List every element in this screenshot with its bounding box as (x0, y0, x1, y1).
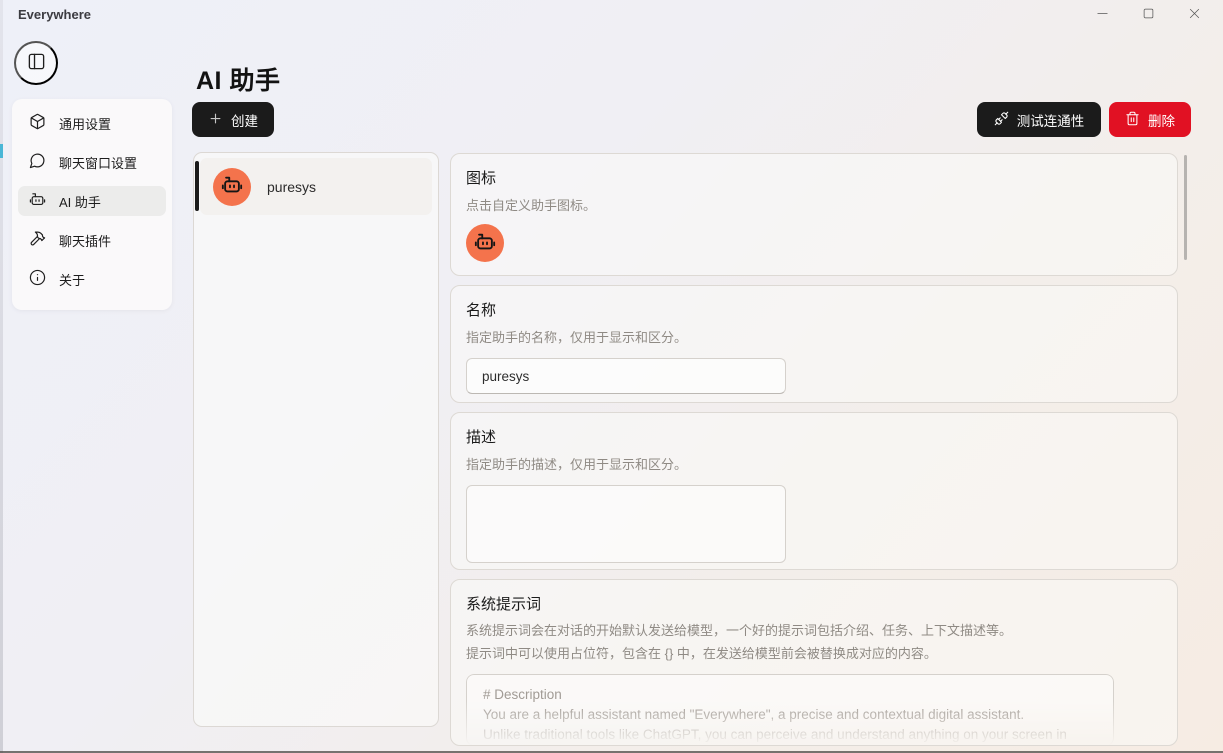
assistant-list-panel: puresys (193, 152, 439, 727)
create-button-label: 创建 (231, 110, 258, 130)
delete-button-label: 删除 (1148, 110, 1175, 130)
assistant-icon-button[interactable] (466, 224, 504, 262)
info-icon (29, 269, 46, 289)
sidebar-item-label: 关于 (59, 270, 85, 289)
description-textarea[interactable] (466, 485, 786, 563)
box-icon (29, 113, 46, 133)
page-title: AI 助手 (196, 61, 280, 97)
minimize-button[interactable] (1079, 0, 1125, 30)
name-section-description: 指定助手的名称，仅用于显示和区分。 (466, 327, 1162, 346)
assistant-list-item[interactable]: puresys (200, 158, 432, 215)
robot-icon (221, 174, 243, 199)
sidebar-item-label: 聊天窗口设置 (59, 153, 137, 172)
maximize-icon (1141, 6, 1156, 24)
description-section-description: 指定助手的描述，仅用于显示和区分。 (466, 454, 1162, 473)
sidebar-item-ai-assistant[interactable]: AI 助手 (18, 186, 166, 216)
sidebar-item-general-settings[interactable]: 通用设置 (18, 108, 166, 138)
sidebar-item-label: 聊天插件 (59, 231, 111, 250)
hammer-icon (29, 230, 46, 250)
icon-section-description: 点击自定义助手图标。 (466, 195, 1162, 214)
system-prompt-value-line1: # Description (483, 685, 1097, 705)
test-connectivity-label: 测试连通性 (1017, 110, 1085, 130)
system-prompt-description-line1: 系统提示词会在对话的开始默认发送给模型，一个好的提示词包括介绍、任务、上下文描述… (466, 619, 1162, 642)
sidebar-item-about[interactable]: 关于 (18, 264, 166, 294)
close-icon (1187, 6, 1202, 24)
scrollbar-thumb[interactable] (1184, 155, 1187, 260)
system-prompt-value-line2: You are a helpful assistant named "Every… (483, 705, 1097, 725)
system-prompt-textarea[interactable]: # Description You are a helpful assistan… (466, 674, 1114, 746)
selected-item-indicator (195, 161, 199, 211)
name-input[interactable] (466, 358, 786, 394)
window-controls (1079, 0, 1217, 30)
sidebar-item-label: AI 助手 (59, 192, 101, 211)
sidebar-toggle-button[interactable] (14, 41, 58, 85)
minimize-icon (1095, 6, 1110, 24)
assistant-avatar (213, 168, 251, 206)
system-prompt-description-line2: 提示词中可以使用占位符，包含在 {} 中，在发送给模型前会被替换成对应的内容。 (466, 642, 1162, 665)
create-button[interactable]: 创建 (192, 102, 274, 137)
robot-icon (474, 231, 496, 256)
sidebar-item-chat-plugins[interactable]: 聊天插件 (18, 225, 166, 255)
screen-edge-artifact (0, 0, 3, 753)
system-prompt-title: 系统提示词 (466, 593, 1162, 614)
maximize-button[interactable] (1125, 0, 1171, 30)
sidebar-item-chat-window-settings[interactable]: 聊天窗口设置 (18, 147, 166, 177)
screen-edge-tick (0, 144, 3, 158)
system-prompt-value-line3: Unlike traditional tools like ChatGPT, y… (483, 725, 1097, 745)
description-section-title: 描述 (466, 426, 1162, 447)
system-prompt-section-card: 系统提示词 系统提示词会在对话的开始默认发送给模型，一个好的提示词包括介绍、任务… (450, 579, 1178, 746)
trash-icon (1125, 111, 1140, 129)
icon-section-card: 图标 点击自定义助手图标。 (450, 153, 1178, 276)
assistant-detail: 图标 点击自定义助手图标。 名称 指定助手的名称，仅用于显示和区分。 描述 指定… (450, 153, 1178, 746)
system-prompt-description: 系统提示词会在对话的开始默认发送给模型，一个好的提示词包括介绍、任务、上下文描述… (466, 619, 1162, 665)
assistant-name: puresys (267, 179, 316, 195)
chat-bubble-icon (29, 152, 46, 172)
name-section-card: 名称 指定助手的名称，仅用于显示和区分。 (450, 285, 1178, 403)
delete-button[interactable]: 删除 (1109, 102, 1191, 137)
description-section-card: 描述 指定助手的描述，仅用于显示和区分。 (450, 412, 1178, 570)
close-button[interactable] (1171, 0, 1217, 30)
icon-section-title: 图标 (466, 167, 1162, 188)
app-window: Everywhere 通用设置 聊天窗口设置 (0, 0, 1223, 753)
sidebar-nav: 通用设置 聊天窗口设置 AI 助手 聊天插件 关于 (12, 99, 172, 310)
panel-left-icon (27, 52, 46, 74)
sidebar-item-label: 通用设置 (59, 114, 111, 133)
name-section-title: 名称 (466, 299, 1162, 320)
test-connectivity-button[interactable]: 测试连通性 (977, 102, 1101, 137)
unplug-icon (994, 111, 1009, 129)
plus-icon (208, 111, 223, 129)
robot-icon (29, 191, 46, 211)
window-title: Everywhere (18, 7, 91, 22)
